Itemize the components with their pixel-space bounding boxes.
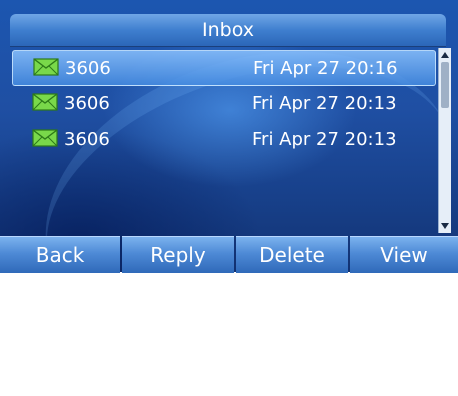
scroll-up-icon[interactable] [441, 52, 449, 58]
scroll-down-icon[interactable] [441, 223, 449, 229]
message-sender: 3606 [64, 129, 110, 150]
back-button[interactable]: Back [0, 236, 120, 273]
message-datetime: Fri Apr 27 20:16 [253, 58, 398, 79]
scroll-thumb[interactable] [441, 62, 449, 108]
message-datetime: Fri Apr 27 20:13 [252, 93, 397, 114]
envelope-icon [32, 93, 58, 111]
delete-button[interactable]: Delete [236, 236, 348, 273]
view-button[interactable]: View [350, 236, 458, 273]
message-sender: 3606 [64, 93, 110, 114]
page-title: Inbox [10, 14, 446, 47]
envelope-icon [33, 58, 59, 76]
softkey-bar: Back Reply Delete View [0, 236, 458, 273]
list-item[interactable]: 3606 Fri Apr 27 20:13 [12, 86, 434, 120]
phone-screen: Inbox 3606 Fri Apr 27 20:16 3606 Fri Apr… [0, 0, 458, 396]
message-datetime: Fri Apr 27 20:13 [252, 129, 397, 150]
reply-button[interactable]: Reply [122, 236, 234, 273]
list-item[interactable]: 3606 Fri Apr 27 20:13 [12, 122, 434, 156]
message-sender: 3606 [65, 58, 111, 79]
message-list[interactable]: 3606 Fri Apr 27 20:16 3606 Fri Apr 27 20… [10, 48, 436, 233]
scrollbar[interactable] [438, 48, 451, 233]
list-item[interactable]: 3606 Fri Apr 27 20:16 [12, 50, 436, 86]
envelope-icon [32, 129, 58, 147]
